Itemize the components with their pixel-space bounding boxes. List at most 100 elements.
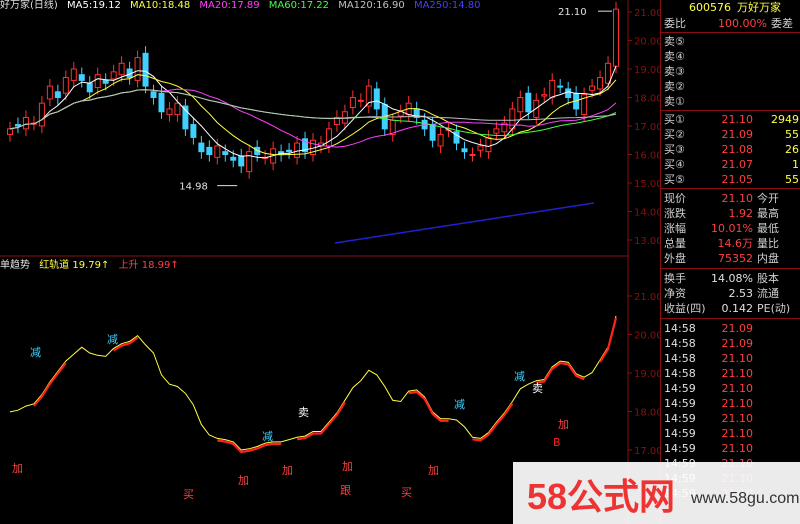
price-tick-label: 21.00 xyxy=(634,8,660,19)
candle-body xyxy=(373,88,380,110)
tick-time: 14:59 xyxy=(664,442,696,455)
candle-body xyxy=(605,62,612,84)
tick-price: 21.10 xyxy=(721,412,754,425)
tick-time: 14:59 xyxy=(664,382,696,395)
stock-title: 好万家(日线) xyxy=(0,0,58,11)
candle-body xyxy=(70,68,77,81)
stat-value: 1.92 xyxy=(728,207,754,220)
ma120-line xyxy=(9,89,617,130)
signal-jia: 加 xyxy=(12,462,23,475)
stat-row: 总量 14.6万 量比 xyxy=(661,236,800,251)
candle-body xyxy=(46,85,53,100)
candle-body xyxy=(325,128,332,147)
candle-body xyxy=(565,88,572,98)
signal-jian: 减 xyxy=(262,430,273,443)
weibi-label: 委比 xyxy=(664,17,686,30)
signal-mai: 卖 xyxy=(298,406,309,419)
stat2-label: 收益(四) xyxy=(664,302,706,315)
stat2-row: 净资 2.53 流通 xyxy=(661,286,800,301)
candle-body xyxy=(6,128,13,136)
candle-body xyxy=(158,92,165,113)
indicator-red-segment xyxy=(472,402,514,442)
stat-row: 现价 21.10 今开 xyxy=(661,191,800,206)
candle-body xyxy=(166,108,173,116)
trend-line xyxy=(334,202,595,244)
tick-time: 14:58 xyxy=(664,352,696,365)
watermark-url: www.58gu.com xyxy=(691,490,800,507)
signal-jia: 加 xyxy=(428,464,439,477)
ma20-label: MA20:17.89 xyxy=(199,0,260,11)
signal-jia: 加 xyxy=(282,464,293,477)
buy-volume: 55 xyxy=(785,173,799,186)
ma5-label: MA5:19.12 xyxy=(67,0,121,11)
stock-name: 万好万家 xyxy=(737,1,781,14)
candle-body xyxy=(557,85,564,88)
stat-label-right: 今开 xyxy=(757,192,779,205)
candle-body xyxy=(14,124,21,127)
indicator-yellow-line xyxy=(9,315,617,451)
stat-label-right: 量比 xyxy=(757,237,779,250)
signal-jia: 加 xyxy=(238,474,249,487)
quote-panel: 600576 万好万家 委比 100.00% 委差 卖⑤ 卖④ 卖③ 卖② 卖① 买① 2… xyxy=(660,0,800,524)
buy-volume: 2949 xyxy=(771,113,799,126)
buy-level-label: 买⑤ xyxy=(664,173,685,186)
tick-price: 21.10 xyxy=(721,367,754,380)
candle-body xyxy=(198,142,205,153)
stat-value: 14.6万 xyxy=(717,237,754,250)
candle-body xyxy=(437,134,444,147)
tick-price: 21.10 xyxy=(721,427,754,440)
stat-label-right: 内盘 xyxy=(757,252,779,265)
candle-body xyxy=(589,85,596,91)
tick-price: 21.10 xyxy=(721,397,754,410)
weibi-row: 委比 100.00% 委差 xyxy=(661,16,800,31)
buy-level-label: 买② xyxy=(664,128,685,141)
indicator-red-segment xyxy=(408,390,449,422)
candle-body xyxy=(509,108,516,130)
stat-value: 21.10 xyxy=(721,192,754,205)
high-label: 21.10 xyxy=(558,7,587,18)
quote-header: 600576 万好万家 xyxy=(661,0,800,15)
tick-time: 14:58 xyxy=(664,367,696,380)
signal-jian: 减 xyxy=(107,333,118,346)
signal-buy: 买 xyxy=(401,486,412,499)
sell-level-label: 卖① xyxy=(664,95,685,108)
tick-row: 14:58 21.09 xyxy=(661,336,800,351)
tick-row: 14:59 21.10 xyxy=(661,441,800,456)
candle-body xyxy=(525,92,532,113)
buy-volume: 55 xyxy=(785,128,799,141)
candle-body xyxy=(469,154,476,156)
candle-body xyxy=(549,79,556,99)
signal-jia: 加 xyxy=(342,460,353,473)
candle-body xyxy=(174,102,181,116)
sell-level-label: 卖② xyxy=(664,80,685,93)
indicator-tick-label: 19.00 xyxy=(634,369,660,380)
candle-body xyxy=(54,91,61,99)
price-tick-label: 17.00 xyxy=(634,122,660,133)
price-tick-label: 20.00 xyxy=(634,37,660,48)
chart-area[interactable]: 21.00 20.00 19.00 18.00 17.00 16.00 15.00 14.00… xyxy=(0,0,660,524)
stat-label: 总量 xyxy=(664,237,686,250)
candle-body xyxy=(461,148,468,153)
indicator-name: 单趋势 xyxy=(0,260,30,271)
candle-body xyxy=(62,77,69,94)
candle-body xyxy=(477,145,484,151)
indicator-tick-label: 21.00 xyxy=(634,292,660,303)
stat2-label: 换手 xyxy=(664,272,686,285)
candle-body xyxy=(294,142,301,158)
tick-time: 14:58 xyxy=(664,337,696,350)
candle-body xyxy=(134,57,141,81)
price-tick-label: 13.00 xyxy=(634,236,660,247)
weicha-label: 委差 xyxy=(771,17,793,30)
indicator-legend: 单趋势 红轨道 19.79↑ 上升 18.99↑ xyxy=(0,260,185,272)
sell-level-row: 卖⑤ xyxy=(661,34,800,49)
candle-body xyxy=(214,145,221,158)
tick-row: 14:59 21.10 xyxy=(661,426,800,441)
tick-price: 21.09 xyxy=(721,337,754,350)
buy-price: 21.08 xyxy=(721,143,754,156)
watermark: 58公式网 www.58gu.com xyxy=(513,462,800,524)
signal-b: B xyxy=(553,436,561,449)
watermark-main: 58公式网 xyxy=(527,476,676,517)
stat-label: 涨幅 xyxy=(664,222,686,235)
candle-body xyxy=(222,151,229,155)
buy-price: 21.09 xyxy=(721,128,754,141)
